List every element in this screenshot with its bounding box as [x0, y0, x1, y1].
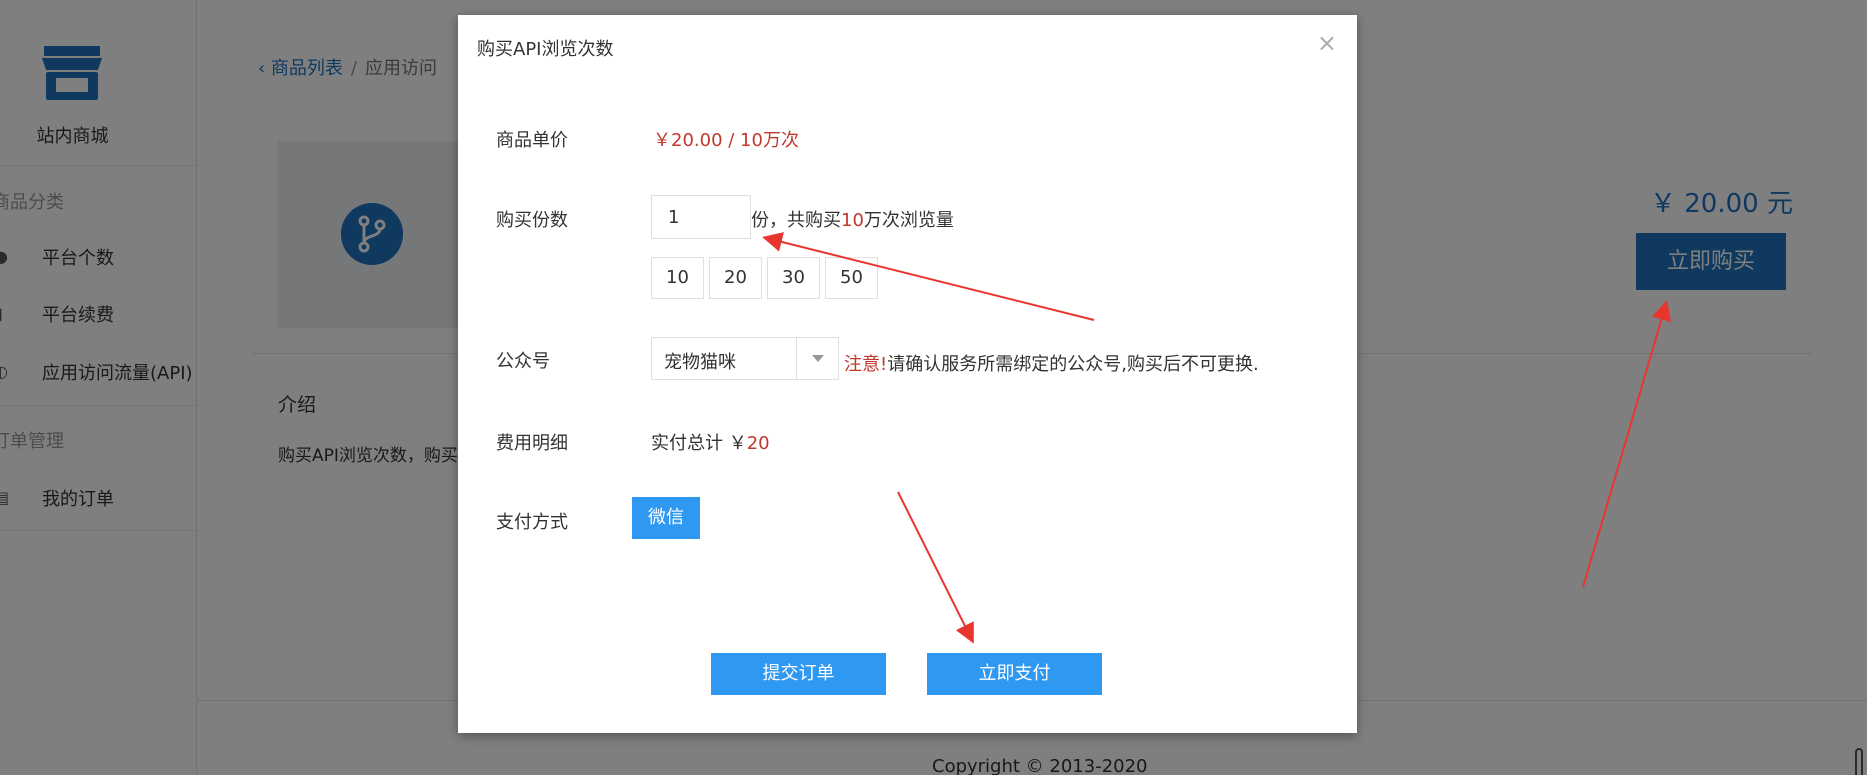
close-icon[interactable]: × [1317, 31, 1337, 55]
unit-price-label: 商品单价 [496, 130, 568, 151]
payment-label: 支付方式 [496, 512, 568, 533]
notice-text: 请确认服务所需绑定的公众号,购买后不可更换. [887, 354, 1259, 375]
purchase-dialog: 购买API浏览次数 × 商品单价 ￥20.00 / 10万次 购买份数 份，共购… [458, 15, 1357, 733]
quantity-option-20[interactable]: 20 [709, 257, 762, 299]
fee-prefix: 实付总计 ￥ [651, 433, 747, 454]
quantity-summary-amount: 10 [841, 210, 864, 231]
wechat-pay-button[interactable]: 微信 [632, 497, 700, 539]
fee-value: 20 [746, 433, 770, 454]
quantity-input[interactable] [651, 195, 751, 239]
select-arrow[interactable] [796, 338, 838, 379]
quantity-option-30[interactable]: 30 [767, 257, 820, 299]
quantity-option-10[interactable]: 10 [651, 257, 704, 299]
quantity-summary-pre: 份，共购买 [751, 210, 841, 231]
dialog-title: 购买API浏览次数 [477, 39, 614, 60]
notice-warning: 注意! [844, 354, 888, 375]
quantity-label: 购买份数 [496, 210, 568, 231]
account-select-value: 宠物猫咪 [664, 352, 736, 373]
unit-price-value: ￥20.00 / 10万次 [653, 130, 799, 151]
account-notice: 注意!请确认服务所需绑定的公众号,购买后不可更换. [844, 350, 1259, 376]
account-select[interactable]: 宠物猫咪 [651, 337, 839, 380]
quantity-option-50[interactable]: 50 [825, 257, 878, 299]
quantity-summary: 份，共购买10万次浏览量 [751, 206, 954, 232]
fee-total: 实付总计 ￥20 [651, 429, 770, 455]
account-label: 公众号 [496, 351, 550, 372]
quantity-summary-post: 万次浏览量 [863, 210, 954, 231]
submit-order-button[interactable]: 提交订单 [711, 653, 886, 695]
fee-label: 费用明细 [496, 433, 568, 454]
pay-now-button[interactable]: 立即支付 [927, 653, 1102, 695]
caret-down-icon [812, 355, 824, 362]
